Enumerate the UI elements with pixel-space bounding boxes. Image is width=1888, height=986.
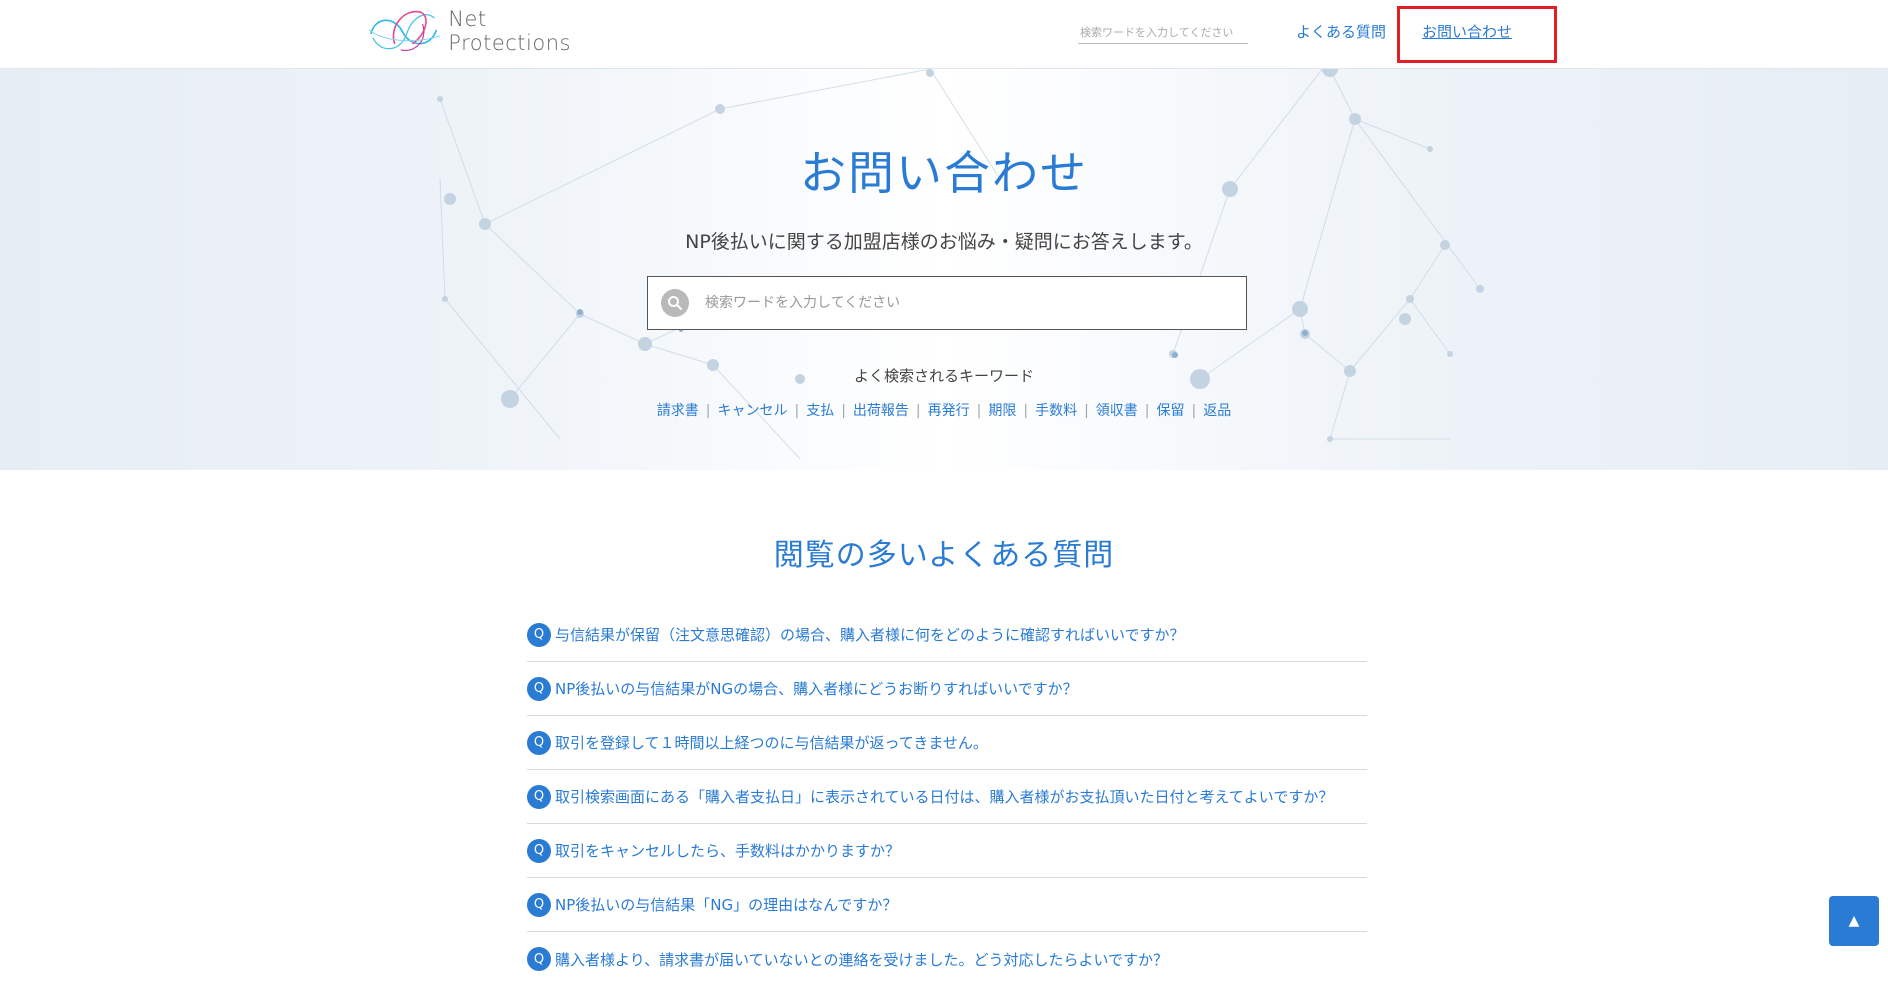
faq-item[interactable]: Q 取引をキャンセルしたら、手数料はかかりますか？	[527, 824, 1367, 878]
faq-item[interactable]: Q 取引を登録して１時間以上経つのに与信結果が返ってきません。	[527, 716, 1367, 770]
question-badge-icon: Q	[527, 622, 551, 647]
faq-question-link[interactable]: 購入者様より、請求書が届いていないとの連絡を受けました。どう対応したらよいですか…	[555, 949, 1168, 970]
logo-icon	[368, 10, 441, 52]
keyword-separator: |	[915, 403, 921, 419]
keyword-separator: |	[1084, 403, 1089, 419]
nav-contact-link[interactable]: お問い合わせ	[1422, 21, 1512, 42]
hero-section: お問い合わせ NP後払いに関する加盟店様のお悩み・疑問にお答えします。 よく検索…	[0, 69, 1888, 470]
faq-item[interactable]: Q NP後払いの与信結果「NG」の理由はなんですか？	[527, 878, 1367, 932]
keyword-separator: |	[705, 403, 711, 419]
main-search-box[interactable]	[647, 276, 1247, 330]
keyword-link[interactable]: 再発行	[928, 403, 970, 419]
faq-question-link[interactable]: NP後払いの与信結果「NG」の理由はなんですか？	[555, 894, 897, 915]
question-badge-icon: Q	[527, 838, 551, 863]
keyword-link[interactable]: 支払	[806, 403, 834, 419]
keyword-link[interactable]: 出荷報告	[853, 403, 909, 419]
keyword-link[interactable]: 期限	[988, 403, 1016, 419]
popular-keywords-title: よく検索されるキーワード	[853, 367, 1034, 385]
site-header: Net Protections よくある質問 お問い合わせ	[0, 0, 1888, 69]
keyword-separator: |	[794, 403, 800, 419]
keyword-separator: |	[1023, 403, 1029, 419]
main-search-input[interactable]	[703, 294, 1223, 312]
faq-section-title: 閲覧の多いよくある質問	[773, 538, 1115, 573]
logo[interactable]: Net Protections	[365, 4, 615, 58]
keyword-link[interactable]: 領収書	[1096, 403, 1138, 419]
page-title: お問い合わせ	[800, 146, 1088, 200]
question-badge-icon: Q	[527, 676, 551, 701]
keyword-separator: |	[1144, 403, 1150, 419]
back-to-top-button[interactable]: ▲	[1829, 896, 1879, 946]
keyword-separator: |	[976, 403, 982, 419]
faq-question-link[interactable]: NP後払いの与信結果がNGの場合、購入者様にどうお断りすればいいですか？	[555, 678, 1078, 699]
keyword-link[interactable]: 保留	[1157, 403, 1185, 419]
question-badge-icon: Q	[527, 730, 551, 755]
question-badge-icon: Q	[527, 892, 551, 917]
page-subtitle: NP後払いに関する加盟店様のお悩み・疑問にお答えします。	[685, 231, 1203, 253]
faq-list: Q 与信結果が保留（注文意思確認）の場合、購入者様に何をどのように確認すればいい…	[527, 608, 1367, 986]
faq-item[interactable]: Q 取引検索画面にある「購入者支払日」に表示されている日付は、購入者様がお支払頂…	[527, 770, 1367, 824]
faq-item[interactable]: Q 与信結果が保留（注文意思確認）の場合、購入者様に何をどのように確認すればいい…	[527, 608, 1367, 662]
logo-text: Net Protections	[448, 7, 571, 55]
keyword-link[interactable]: 返品	[1203, 403, 1231, 419]
popular-keywords-list: 請求書 | キャンセル | 支払 | 出荷報告 | 再発行 | 期限 | 手数料 | 領収書 | 保留 | 返品	[0, 400, 1888, 420]
keyword-link[interactable]: キャンセル	[717, 403, 787, 419]
faq-item[interactable]: Q 購入者様より、請求書が届いていないとの連絡を受けました。どう対応したらよいで…	[527, 932, 1367, 986]
search-icon	[661, 289, 689, 317]
nav-faq-link[interactable]: よくある質問	[1296, 21, 1386, 42]
keyword-separator: |	[841, 403, 846, 419]
keyword-link[interactable]: 請求書	[657, 403, 699, 419]
faq-question-link[interactable]: 取引をキャンセルしたら、手数料はかかりますか？	[555, 840, 900, 861]
header-search-input[interactable]	[1078, 22, 1248, 44]
question-badge-icon: Q	[527, 947, 551, 971]
faq-question-link[interactable]: 取引を登録して１時間以上経つのに与信結果が返ってきません。	[555, 732, 988, 753]
keyword-separator: |	[1191, 403, 1197, 419]
faq-question-link[interactable]: 与信結果が保留（注文意思確認）の場合、購入者様に何をどのように確認すればいいです…	[555, 624, 1185, 645]
faq-question-link[interactable]: 取引検索画面にある「購入者支払日」に表示されている日付は、購入者様がお支払頂いた…	[555, 786, 1333, 807]
keyword-link[interactable]: 手数料	[1035, 403, 1077, 419]
faq-item[interactable]: Q NP後払いの与信結果がNGの場合、購入者様にどうお断りすればいいですか？	[527, 662, 1367, 716]
question-badge-icon: Q	[527, 784, 551, 809]
